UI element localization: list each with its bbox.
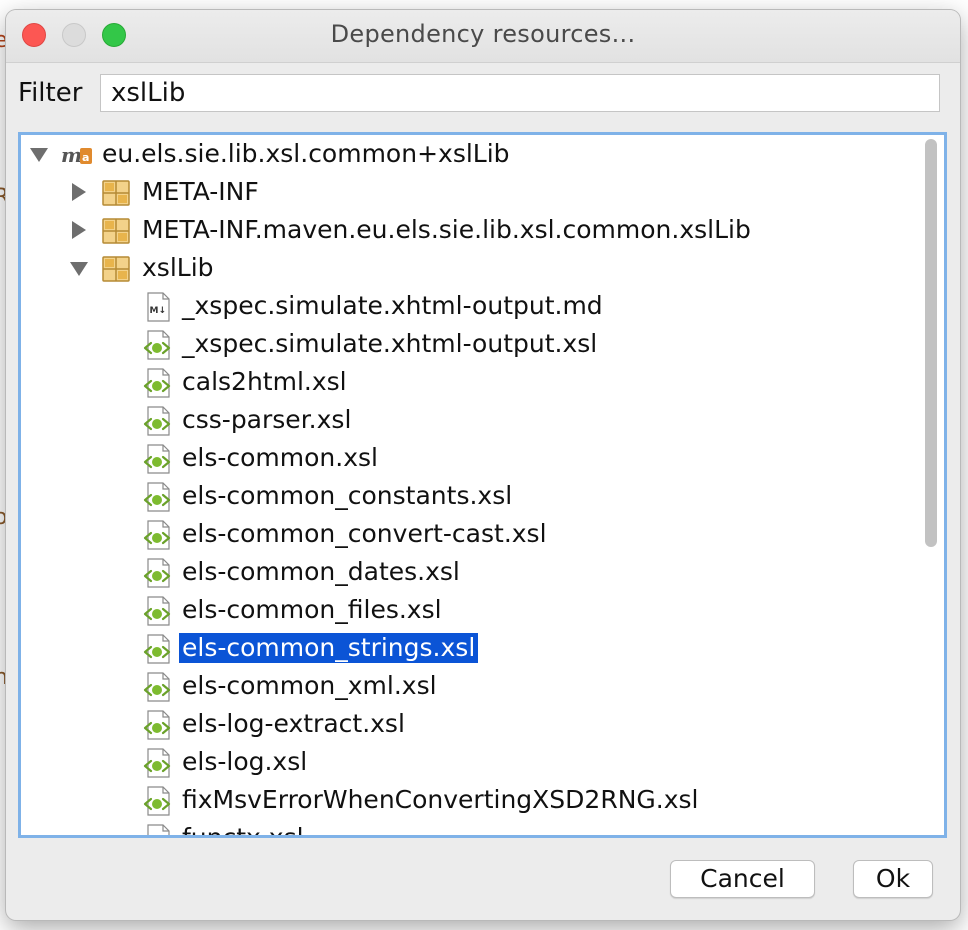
expand-toggle[interactable] [67,173,91,211]
collapse-toggle[interactable] [67,249,91,287]
triangle-right-icon [72,221,86,239]
cancel-button[interactable]: Cancel [670,860,815,898]
collapse-toggle[interactable] [27,135,51,173]
tree-item-label: _xspec.simulate.xhtml-output.md [182,291,603,320]
tree-item-label: css-parser.xsl [182,405,352,434]
tree-item-label: cals2html.xsl [182,367,347,396]
xsl-file-icon [143,596,173,626]
xsl-file-icon [143,558,173,588]
tree-item-label: els-common_strings.xsl [179,633,479,663]
tree-file[interactable]: els-common_dates.xsl [21,553,921,591]
tree-item-label: els-common_dates.xsl [182,557,460,586]
tree-item-label: els-log.xsl [182,747,308,776]
tree-file[interactable]: els-common_xml.xsl [21,667,921,705]
package-folder-icon [101,254,131,284]
tree-file[interactable]: els-common_constants.xsl [21,477,921,515]
tree-item-label: META-INF.maven.eu.els.sie.lib.xsl.common… [142,215,751,244]
package-folder-icon [101,216,131,246]
tree-file[interactable]: els-log.xsl [21,743,921,781]
tree-item-label: els-log-extract.xsl [182,709,405,738]
tree-file[interactable]: els-common_strings.xsl [21,629,921,667]
xsl-file-icon [143,444,173,474]
xsl-file-icon [143,482,173,512]
tree-item-label: els-common.xsl [182,443,378,472]
xsl-file-icon [143,330,173,360]
tree-file[interactable]: els-log-extract.xsl [21,705,921,743]
xsl-file-icon [143,710,173,740]
tree-file[interactable]: els-common.xsl [21,439,921,477]
tree-folder[interactable]: META-INF.maven.eu.els.sie.lib.xsl.common… [21,211,921,249]
xsl-file-icon [143,406,173,436]
tree-file[interactable]: M↓ _xspec.simulate.xhtml-output.md [21,287,921,325]
tree-item-label: els-common_files.xsl [182,595,442,624]
tree-item-label: els-common_constants.xsl [182,481,513,510]
package-folder-icon [101,178,131,208]
tree-item-label: eu.els.sie.lib.xsl.common+xslLib [102,139,510,168]
triangle-down-icon [70,262,88,276]
xsl-file-icon [143,824,173,835]
tree-folder[interactable]: xslLib [21,249,921,287]
xsl-file-icon [143,368,173,398]
window-title: Dependency resources... [330,20,636,48]
tree-file[interactable]: els-common_convert-cast.xsl [21,515,921,553]
xsl-file-icon [143,520,173,550]
tree-folder[interactable]: META-INF [21,173,921,211]
resource-tree[interactable]: m a eu.els.sie.lib.xsl.common+xslLib META-I… [18,132,947,838]
dependency-resources-dialog: Dependency resources... Filter ma eu.els.… [6,10,960,920]
tree-item-label: els-common_convert-cast.xsl [182,519,547,548]
xsl-file-icon [143,786,173,816]
markdown-file-icon: M↓ [143,292,173,322]
filter-label: Filter [18,78,83,108]
tree-scrollbar[interactable] [920,135,942,835]
tree-item-label: xslLib [142,253,214,282]
tree-file[interactable]: css-parser.xsl [21,401,921,439]
triangle-down-icon [30,148,48,162]
maven-archive-icon: ma [61,140,92,170]
expand-toggle[interactable] [67,211,91,249]
svg-text:m: m [61,143,82,167]
tree-item-label: els-common_xml.xsl [182,671,437,700]
tree-file[interactable]: fixMsvErrorWhenConvertingXSD2RNG.xsl [21,781,921,819]
xsl-file-icon [143,748,173,778]
tree-item-label: META-INF [142,177,259,206]
tree-item-label: _xspec.simulate.xhtml-output.xsl [182,329,598,358]
tree-file[interactable]: functx.xsl [21,819,921,838]
filter-input[interactable] [100,74,940,112]
ok-button[interactable]: Ok [853,860,933,898]
triangle-right-icon [72,183,86,201]
svg-text:M↓: M↓ [150,306,167,316]
svg-text:a: a [82,151,89,164]
tree-root[interactable]: m a eu.els.sie.lib.xsl.common+xslLib [21,135,921,173]
xsl-file-icon [143,672,173,702]
tree-scrollbar-thumb[interactable] [925,139,937,547]
tree-file[interactable]: cals2html.xsl [21,363,921,401]
tree-item-label: functx.xsl [182,823,304,838]
xsl-file-icon [143,634,173,664]
tree-file[interactable]: _xspec.simulate.xhtml-output.xsl [21,325,921,363]
title-bar: Dependency resources... [6,10,960,63]
tree-file[interactable]: els-common_files.xsl [21,591,921,629]
tree-item-label: fixMsvErrorWhenConvertingXSD2RNG.xsl [182,785,699,814]
